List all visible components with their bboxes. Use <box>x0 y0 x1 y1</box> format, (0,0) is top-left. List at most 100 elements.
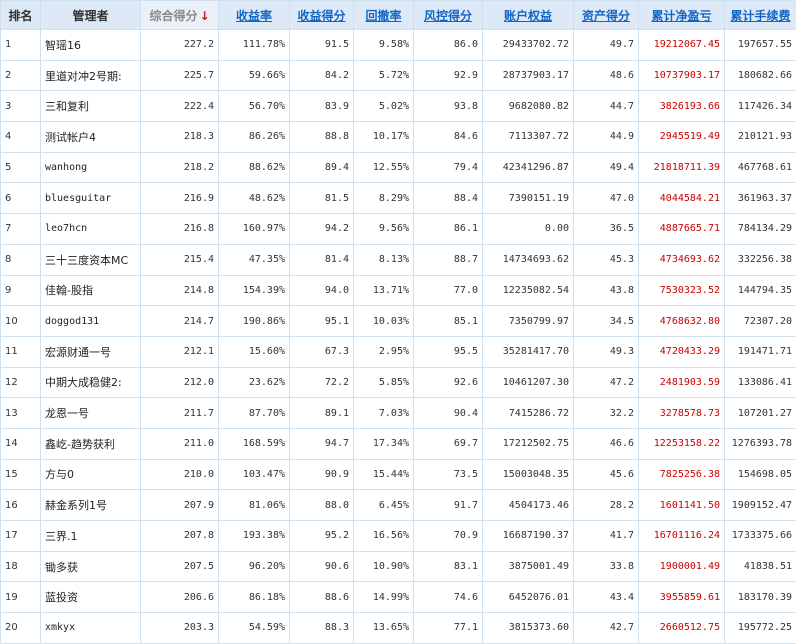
manager-name-cell[interactable]: 蓝投资 <box>41 582 141 613</box>
table-row: 14鑫屹-趋势获利211.0168.59%94.717.34%69.717212… <box>1 428 796 459</box>
header-asset-score[interactable]: 资产得分 <box>574 1 639 30</box>
rank-cell: 19 <box>1 582 41 613</box>
return-score-cell: 95.2 <box>290 521 354 552</box>
header-return-rate[interactable]: 收益率 <box>219 1 290 30</box>
account-equity-cell: 4504173.46 <box>483 490 574 521</box>
fees-cell: 191471.71 <box>725 336 796 367</box>
manager-name-cell[interactable]: 锄多获 <box>41 551 141 582</box>
return-rate-cell: 103.47% <box>219 459 290 490</box>
manager-name-cell[interactable]: 宏源财通一号 <box>41 336 141 367</box>
table-row: 5wanhong218.288.62%89.412.55%79.44234129… <box>1 152 796 183</box>
asset-score-cell: 49.4 <box>574 152 639 183</box>
account-equity-cell: 16687190.37 <box>483 521 574 552</box>
account-equity-cell: 7113307.72 <box>483 122 574 153</box>
net-pnl-cell: 12253158.22 <box>639 428 725 459</box>
return-rate-cell: 54.59% <box>219 613 290 644</box>
composite-score-cell: 211.0 <box>141 428 219 459</box>
manager-name-cell[interactable]: xmkyx <box>41 613 141 644</box>
manager-name-cell[interactable]: 三界.1 <box>41 521 141 552</box>
drawdown-rate-cell: 7.03% <box>354 398 414 429</box>
manager-name-cell[interactable]: 龙恩一号 <box>41 398 141 429</box>
manager-name-cell[interactable]: 鑫屹-趋势获利 <box>41 428 141 459</box>
rank-cell: 4 <box>1 122 41 153</box>
manager-name-cell[interactable]: 方与0 <box>41 459 141 490</box>
header-row: 排名 管理者 综合得分↓ 收益率 收益得分 回撤率 风控得分 账户权益 资产得分… <box>1 1 796 30</box>
account-equity-cell: 3875001.49 <box>483 551 574 582</box>
account-equity-cell: 9682080.82 <box>483 91 574 122</box>
composite-score-cell: 207.9 <box>141 490 219 521</box>
return-score-cell: 90.6 <box>290 551 354 582</box>
fees-cell: 154698.05 <box>725 459 796 490</box>
net-pnl-cell: 3826193.66 <box>639 91 725 122</box>
header-account-equity[interactable]: 账户权益 <box>483 1 574 30</box>
header-composite-score[interactable]: 综合得分↓ <box>141 1 219 30</box>
header-net-pnl[interactable]: 累计净盈亏 <box>639 1 725 30</box>
manager-name-cell[interactable]: 三十三度资本MC <box>41 244 141 275</box>
composite-score-cell: 207.5 <box>141 551 219 582</box>
fees-cell: 197657.55 <box>725 30 796 61</box>
return-score-cell: 88.8 <box>290 122 354 153</box>
manager-name-cell[interactable]: 智瑶16 <box>41 30 141 61</box>
return-score-cell: 94.0 <box>290 275 354 306</box>
manager-name-cell[interactable]: 里道对冲2号期: <box>41 60 141 91</box>
rank-cell: 11 <box>1 336 41 367</box>
asset-score-cell: 43.4 <box>574 582 639 613</box>
table-row: 3三和复利222.456.70%83.95.02%93.89682080.824… <box>1 91 796 122</box>
asset-score-cell: 41.7 <box>574 521 639 552</box>
table-row: 2里道对冲2号期:225.759.66%84.25.72%92.92873790… <box>1 60 796 91</box>
manager-name-cell[interactable]: leo7hcn <box>41 214 141 245</box>
risk-score-cell: 88.7 <box>414 244 483 275</box>
table-row: 16赫金系列1号207.981.06%88.06.45%91.74504173.… <box>1 490 796 521</box>
return-rate-cell: 15.60% <box>219 336 290 367</box>
manager-name-cell[interactable]: doggod131 <box>41 306 141 337</box>
drawdown-rate-cell: 5.02% <box>354 91 414 122</box>
account-equity-cell: 28737903.17 <box>483 60 574 91</box>
asset-score-cell: 48.6 <box>574 60 639 91</box>
asset-score-cell: 47.2 <box>574 367 639 398</box>
return-score-cell: 88.3 <box>290 613 354 644</box>
manager-name-cell[interactable]: 测试帐户4 <box>41 122 141 153</box>
risk-score-cell: 88.4 <box>414 183 483 214</box>
manager-name-cell[interactable]: wanhong <box>41 152 141 183</box>
return-rate-cell: 47.35% <box>219 244 290 275</box>
drawdown-rate-cell: 16.56% <box>354 521 414 552</box>
risk-score-cell: 79.4 <box>414 152 483 183</box>
header-drawdown-rate[interactable]: 回撤率 <box>354 1 414 30</box>
net-pnl-cell: 1601141.50 <box>639 490 725 521</box>
net-pnl-cell: 3955859.61 <box>639 582 725 613</box>
rank-cell: 17 <box>1 521 41 552</box>
composite-score-cell: 215.4 <box>141 244 219 275</box>
risk-score-cell: 92.9 <box>414 60 483 91</box>
drawdown-rate-cell: 9.56% <box>354 214 414 245</box>
risk-score-cell: 70.9 <box>414 521 483 552</box>
manager-name-cell[interactable]: 赫金系列1号 <box>41 490 141 521</box>
return-rate-cell: 87.70% <box>219 398 290 429</box>
header-risk-score[interactable]: 风控得分 <box>414 1 483 30</box>
return-score-cell: 90.9 <box>290 459 354 490</box>
table-row: 10doggod131214.7190.86%95.110.03%85.1735… <box>1 306 796 337</box>
rank-cell: 7 <box>1 214 41 245</box>
composite-score-cell: 216.9 <box>141 183 219 214</box>
manager-name-cell[interactable]: 三和复利 <box>41 91 141 122</box>
return-score-cell: 94.7 <box>290 428 354 459</box>
return-rate-cell: 168.59% <box>219 428 290 459</box>
return-score-cell: 81.4 <box>290 244 354 275</box>
drawdown-rate-cell: 8.29% <box>354 183 414 214</box>
manager-name-cell[interactable]: 佳翰-股指 <box>41 275 141 306</box>
asset-score-cell: 42.7 <box>574 613 639 644</box>
account-equity-cell: 17212502.75 <box>483 428 574 459</box>
rank-cell: 2 <box>1 60 41 91</box>
manager-name-cell[interactable]: bluesguitar <box>41 183 141 214</box>
account-equity-cell: 6452076.01 <box>483 582 574 613</box>
drawdown-rate-cell: 12.55% <box>354 152 414 183</box>
rank-cell: 8 <box>1 244 41 275</box>
asset-score-cell: 34.5 <box>574 306 639 337</box>
composite-score-cell: 222.4 <box>141 91 219 122</box>
composite-score-cell: 210.0 <box>141 459 219 490</box>
header-fees[interactable]: 累计手续费 <box>725 1 796 30</box>
composite-score-cell: 212.0 <box>141 367 219 398</box>
risk-score-cell: 85.1 <box>414 306 483 337</box>
header-return-score[interactable]: 收益得分 <box>290 1 354 30</box>
return-score-cell: 89.4 <box>290 152 354 183</box>
manager-name-cell[interactable]: 中期大成稳健2: <box>41 367 141 398</box>
